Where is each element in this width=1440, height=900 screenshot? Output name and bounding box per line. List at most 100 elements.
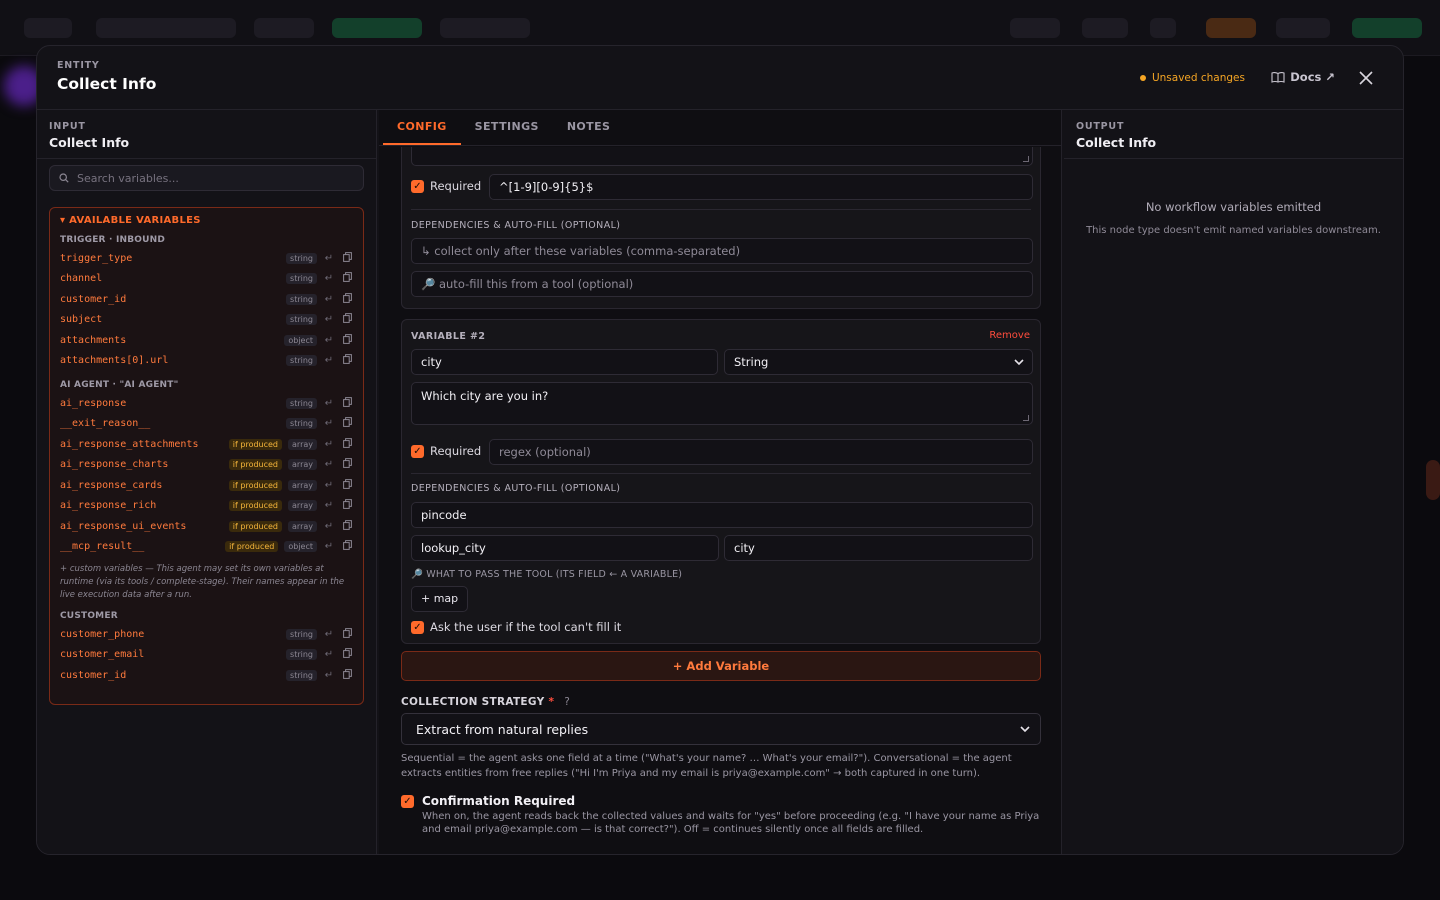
- variable-row[interactable]: subject string ↵: [60, 310, 353, 331]
- insert-icon[interactable]: ↵: [323, 439, 335, 450]
- copy-icon[interactable]: [341, 251, 353, 265]
- remove-variable-button[interactable]: Remove: [989, 330, 1030, 341]
- tab-settings[interactable]: SETTINGS: [461, 110, 553, 145]
- config-scroll-area[interactable]: ✓ Required ^[1-9][0-9]{5}$ DEPENDENCIES …: [379, 147, 1061, 854]
- add-variable-button[interactable]: + Add Variable: [401, 651, 1041, 681]
- copy-icon[interactable]: [341, 478, 353, 492]
- copy-icon[interactable]: [341, 354, 353, 367]
- copy-icon[interactable]: [341, 519, 353, 533]
- variable-row[interactable]: channel string ↵: [60, 269, 353, 290]
- variable-row[interactable]: customer_email string ↵: [60, 645, 353, 666]
- insert-icon[interactable]: ↵: [323, 294, 335, 305]
- variable-row[interactable]: attachments object ↵: [60, 330, 353, 351]
- variable-name[interactable]: ai_response: [60, 398, 126, 409]
- insert-icon[interactable]: ↵: [323, 253, 335, 264]
- insert-icon[interactable]: ↵: [323, 500, 335, 511]
- variable-name[interactable]: __exit_reason__: [60, 418, 150, 429]
- insert-icon[interactable]: ↵: [323, 670, 335, 681]
- copy-icon[interactable]: [341, 417, 353, 430]
- required-checkbox[interactable]: ✓: [411, 445, 424, 458]
- dependencies-input[interactable]: ↳ collect only after these variables (co…: [411, 238, 1033, 264]
- copy-icon[interactable]: [341, 540, 353, 553]
- variable-name[interactable]: customer_id: [60, 294, 126, 305]
- variable-name-input[interactable]: city: [411, 349, 718, 375]
- variable-name[interactable]: __mcp_result__: [60, 541, 144, 552]
- insert-icon[interactable]: ↵: [323, 521, 335, 532]
- variable-name[interactable]: customer_id: [60, 670, 126, 681]
- available-variables-toggle[interactable]: ▾ AVAILABLE VARIABLES: [60, 215, 353, 226]
- copy-icon[interactable]: [341, 499, 353, 512]
- insert-icon[interactable]: ↵: [323, 335, 335, 346]
- confirmation-checkbox[interactable]: ✓: [401, 795, 414, 808]
- variable-type-select[interactable]: String: [724, 349, 1033, 375]
- variable-name[interactable]: subject: [60, 314, 102, 325]
- variable-row[interactable]: ai_response_ui_events if produced array ↵: [60, 516, 353, 537]
- variable-row[interactable]: ai_response_charts if produced array ↵: [60, 455, 353, 476]
- regex-input[interactable]: regex (optional): [489, 439, 1033, 465]
- copy-icon[interactable]: [341, 292, 353, 306]
- copy-icon[interactable]: [341, 333, 353, 347]
- variable-row[interactable]: customer_phone string ↵: [60, 624, 353, 645]
- variable-row[interactable]: __mcp_result__ if produced object ↵: [60, 537, 353, 558]
- copy-icon[interactable]: [341, 648, 353, 661]
- copy-icon[interactable]: [341, 458, 353, 471]
- copy-icon[interactable]: [341, 668, 353, 682]
- insert-icon[interactable]: ↵: [323, 273, 335, 284]
- dependencies-input[interactable]: pincode: [411, 502, 1033, 528]
- variable-name[interactable]: channel: [60, 273, 102, 284]
- variable-name[interactable]: attachments[0].url: [60, 355, 168, 366]
- copy-icon[interactable]: [341, 627, 353, 641]
- insert-icon[interactable]: ↵: [323, 355, 335, 366]
- tool-field-input[interactable]: city: [724, 535, 1033, 561]
- copy-icon[interactable]: [341, 272, 353, 285]
- variable-name[interactable]: customer_email: [60, 649, 144, 660]
- variable-name[interactable]: ai_response_ui_events: [60, 521, 186, 532]
- variable-row[interactable]: customer_id string ↵: [60, 289, 353, 310]
- collection-strategy-select[interactable]: Extract from natural replies: [401, 713, 1041, 745]
- variable-prompt-textarea[interactable]: Which city are you in?: [411, 382, 1033, 425]
- insert-icon[interactable]: ↵: [323, 398, 335, 409]
- type-badge: array: [288, 520, 317, 532]
- map-button[interactable]: + map: [411, 586, 469, 612]
- insert-icon[interactable]: ↵: [323, 459, 335, 470]
- variable-row[interactable]: trigger_type string ↵: [60, 248, 353, 269]
- variable-name[interactable]: ai_response_cards: [60, 480, 162, 491]
- close-button[interactable]: [1355, 67, 1377, 89]
- tab-notes[interactable]: NOTES: [553, 110, 625, 145]
- variable-row[interactable]: ai_response_attachments if produced array ↵: [60, 434, 353, 455]
- ask-user-checkbox[interactable]: ✓: [411, 621, 424, 634]
- copy-icon[interactable]: [341, 396, 353, 410]
- prompt-textarea[interactable]: [411, 147, 1033, 166]
- autofill-tool-input[interactable]: lookup_city: [411, 535, 719, 561]
- search-input[interactable]: [77, 171, 337, 185]
- variable-row[interactable]: ai_response string ↵: [60, 393, 353, 414]
- insert-icon[interactable]: ↵: [323, 649, 335, 660]
- autofill-tool-input[interactable]: 🔎 auto-fill this from a tool (optional): [411, 271, 1033, 297]
- required-checkbox[interactable]: ✓: [411, 180, 424, 193]
- insert-icon[interactable]: ↵: [323, 418, 335, 429]
- tab-config[interactable]: CONFIG: [383, 110, 461, 145]
- help-icon[interactable]: ?: [564, 696, 570, 708]
- variable-row[interactable]: __exit_reason__ string ↵: [60, 414, 353, 435]
- regex-input[interactable]: ^[1-9][0-9]{5}$: [489, 174, 1033, 200]
- copy-icon[interactable]: [341, 437, 353, 451]
- variable-name[interactable]: customer_phone: [60, 629, 144, 640]
- resize-handle-icon[interactable]: [1023, 156, 1029, 162]
- resize-handle-icon[interactable]: [1023, 415, 1029, 421]
- insert-icon[interactable]: ↵: [323, 480, 335, 491]
- variable-name[interactable]: attachments: [60, 335, 126, 346]
- variable-row[interactable]: customer_id string ↵: [60, 665, 353, 686]
- variable-name[interactable]: trigger_type: [60, 253, 132, 264]
- variable-row[interactable]: ai_response_cards if produced array ↵: [60, 475, 353, 496]
- variable-row[interactable]: ai_response_rich if produced array ↵: [60, 496, 353, 517]
- copy-icon[interactable]: [341, 313, 353, 326]
- variable-name[interactable]: ai_response_attachments: [60, 439, 198, 450]
- insert-icon[interactable]: ↵: [323, 541, 335, 552]
- insert-icon[interactable]: ↵: [323, 629, 335, 640]
- insert-icon[interactable]: ↵: [323, 314, 335, 325]
- variable-search[interactable]: [49, 165, 364, 191]
- docs-link[interactable]: Docs ↗: [1271, 70, 1335, 84]
- variable-name[interactable]: ai_response_charts: [60, 459, 168, 470]
- variable-row[interactable]: attachments[0].url string ↵: [60, 351, 353, 372]
- variable-name[interactable]: ai_response_rich: [60, 500, 156, 511]
